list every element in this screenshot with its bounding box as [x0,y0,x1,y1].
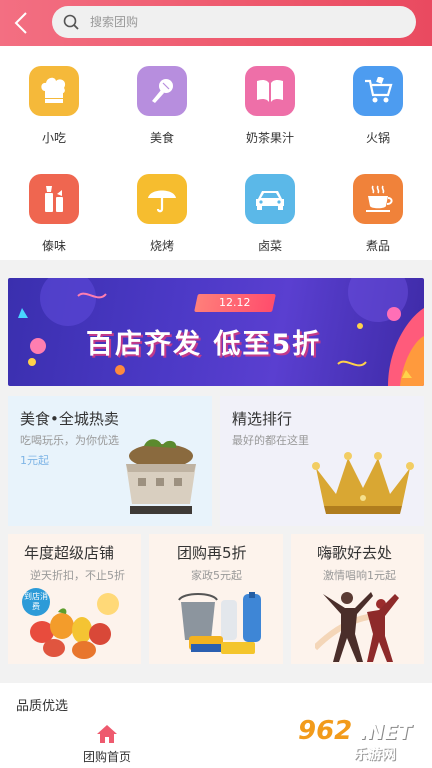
promo-ktv[interactable]: 嗨歌好去处 激情唱响1元起 [291,534,424,664]
promo-subtitle: 逆天折扣，不止5折 [30,569,125,582]
category-label: 美食 [149,131,174,145]
grill-dish-image [126,439,196,514]
umbrella-icon [137,174,187,224]
category-bbq[interactable]: 烧烤 [122,154,202,254]
promo-price: 1元起 [20,454,49,467]
category-boiled[interactable]: 煮品 [338,154,418,254]
chevron-left-icon [14,12,27,34]
category-snacks[interactable]: 小吃 [14,46,94,146]
category-label: 傣味 [41,239,66,253]
promo-annual-store[interactable]: 年度超级店铺 逆天折扣，不止5折 到店消费 [8,534,141,664]
crown-icon [312,452,414,514]
microphone-icon [137,66,187,116]
promo-title: 嗨歌好去处 [317,544,393,562]
shopping-cart-icon [353,66,403,116]
dancers-image [315,592,399,662]
category-food[interactable]: 美食 [122,46,202,146]
category-label: 煮品 [365,239,390,253]
back-button[interactable] [6,8,36,38]
category-label: 奶茶果汁 [245,131,294,145]
category-grid: 小吃 美食 奶茶果汁 火锅 傣味 烧烤 卤菜 煮品 [0,46,432,260]
coffee-cup-icon [353,174,403,224]
cosmetics-icon [29,174,79,224]
car-icon [245,174,295,224]
banner-headline: 百店齐发 低至5折 [86,329,322,360]
top-bar [0,0,432,46]
category-hotpot[interactable]: 火锅 [338,46,418,146]
promo-subtitle: 激情唱响1元起 [323,569,396,582]
book-icon [245,66,295,116]
promo-ranking[interactable]: 精选排行 最好的都在这里 [220,396,424,526]
cleaning-supplies-image [178,592,261,654]
search-input[interactable] [90,6,400,38]
chef-hat-icon [29,66,79,116]
search-icon [63,14,79,30]
promo-title: 美食•全城热卖 [20,410,119,428]
fruit-basket-image [30,593,119,659]
promo-subtitle: 吃喝玩乐，为你优选 [20,434,119,447]
category-dai-flavor[interactable]: 傣味 [14,154,94,254]
watermark-number: 962 [298,716,353,746]
promo-banner[interactable]: 12.12 百店齐发 低至5折 [8,278,424,386]
home-icon [97,725,117,743]
promo-title: 年度超级店铺 [24,544,115,562]
category-label: 卤菜 [257,239,282,253]
watermark-net: .NET [360,720,412,744]
promo-title: 精选排行 [232,410,293,428]
search-bar[interactable] [52,6,416,38]
promo-food-hot[interactable]: 美食•全城热卖 吃喝玩乐，为你优选 1元起 [8,396,212,526]
category-label: 火锅 [365,131,390,145]
category-braised[interactable]: 卤菜 [230,154,310,254]
nav-home-label: 团购首页 [82,750,131,764]
category-milk-tea[interactable]: 奶茶果汁 [230,46,310,146]
promo-subtitle: 最好的都在这里 [232,434,309,447]
category-label: 烧烤 [149,239,174,253]
promo-discount[interactable]: 团购再5折 家政5元起 [149,534,283,664]
section-title: 品质优选 [16,699,69,714]
nav-home[interactable]: 团购首页 [76,718,138,768]
promo-subtitle: 家政5元起 [191,569,242,582]
promo-title: 团购再5折 [177,544,247,562]
watermark-site: 乐游网 [354,747,396,763]
site-watermark: 962 .NET 乐游网 [294,716,428,764]
banner-tag: 12.12 [194,294,276,312]
category-label: 小吃 [41,131,66,145]
